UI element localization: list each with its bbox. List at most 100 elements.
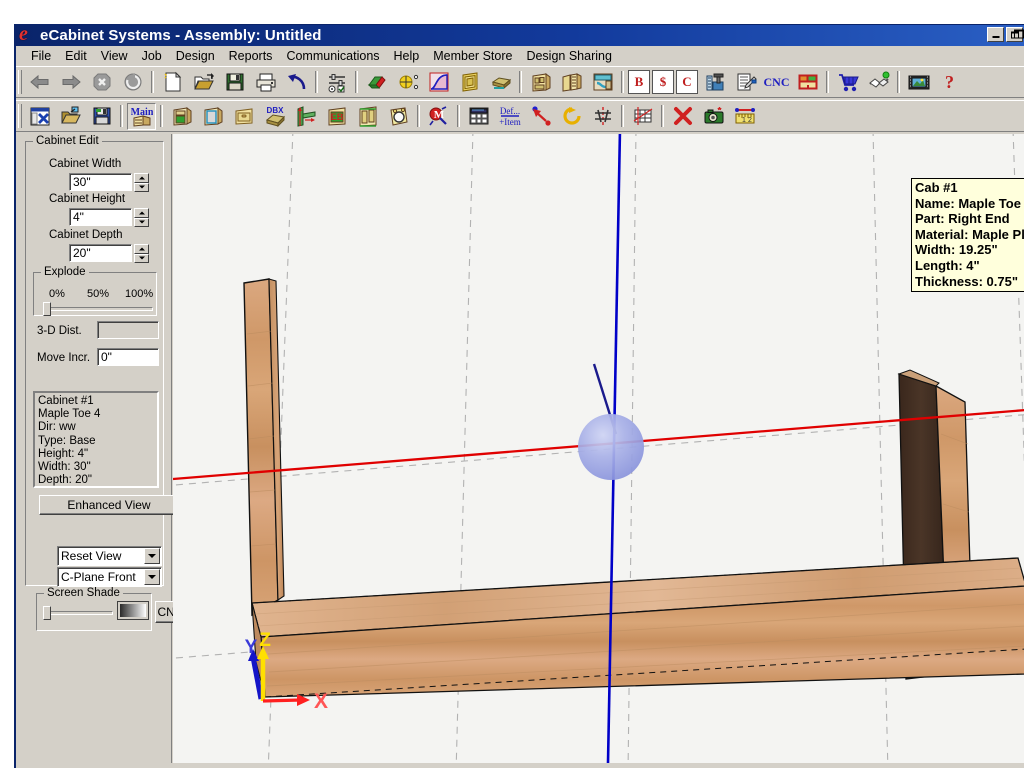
explode-slider-track[interactable] [43,307,153,311]
reset-view-dropdown[interactable]: Reset View [57,546,162,566]
restore-button[interactable] [1006,27,1024,42]
cabinet-width-stepper-up[interactable] [134,173,149,183]
molding-icon[interactable] [424,69,453,96]
back-arrow-icon[interactable] [25,69,54,96]
menu-item-design[interactable]: Design [169,47,222,65]
dbx-icon[interactable]: DBX [260,103,289,130]
screen-shade-swatch[interactable] [117,601,149,620]
cabinet-height-stepper[interactable] [134,208,149,227]
help-icon[interactable]: ? [935,69,964,96]
grid-icon[interactable] [628,103,657,130]
menu-item-help[interactable]: Help [387,47,427,65]
explode-slider-thumb[interactable] [43,302,51,316]
delete-icon[interactable] [668,103,697,130]
schedule-icon[interactable] [464,103,493,130]
cabinet-depth-stepper-down[interactable] [134,253,149,263]
cabinet-width-input[interactable]: 30" [69,173,132,191]
new-file-icon[interactable] [158,69,187,96]
save-assembly-icon[interactable] [87,103,116,130]
ecabinet-logo-icon: e [19,25,28,45]
toolbar-grip[interactable] [18,70,22,94]
toolbar-secondary: Main DBX EB M Def... +Item 1 2 [16,100,1024,132]
viewport-canvas[interactable]: Y Z X [173,134,1024,763]
machining-icon[interactable]: M [424,103,453,130]
move-incr-input[interactable]: 0" [97,348,159,366]
cost-report-icon[interactable]: $ [652,70,674,94]
hardware-circle-icon[interactable] [384,103,413,130]
cabinet-icon[interactable] [526,69,555,96]
measure-icon[interactable] [700,69,729,96]
menu-item-reports[interactable]: Reports [222,47,280,65]
main-view-icon[interactable]: Main [127,102,156,130]
cabinet-library-icon[interactable] [557,69,586,96]
refresh-icon[interactable] [118,69,147,96]
part-info-tooltip: Cab #1 Name: Maple Toe 4 Part: Right End Ma… [911,178,1024,293]
shopping-cart-icon[interactable] [833,69,862,96]
stop-icon[interactable] [87,69,116,96]
screen-shade-slider-thumb[interactable] [43,606,51,620]
default-item-icon[interactable]: Def... +Item [495,103,524,130]
menu-item-design-sharing[interactable]: Design Sharing [519,47,618,65]
c-plane-dropdown[interactable]: C-Plane Front [57,567,162,587]
open-assembly-icon[interactable] [56,103,85,130]
cabinet-height-stepper-up[interactable] [134,208,149,218]
lumber-icon[interactable] [362,69,391,96]
menu-item-view[interactable]: View [94,47,135,65]
point-to-point-icon[interactable] [526,103,555,130]
menu-item-edit[interactable]: Edit [58,47,94,65]
back-arrow-icon [29,71,51,93]
menu-item-communications[interactable]: Communications [279,47,386,65]
cabinet-depth-stepper[interactable] [134,244,149,263]
handshake-icon[interactable] [864,69,893,96]
rotate-icon[interactable] [557,103,586,130]
cabinet-depth-input[interactable]: 20" [69,244,132,262]
open-folder-icon[interactable] [189,69,218,96]
reset-view-chevron-down-icon[interactable] [144,548,160,564]
door-profile-icon[interactable] [455,69,484,96]
tooltip-line: Length: 4" [915,257,980,273]
cabinet-depth-stepper-up[interactable] [134,244,149,254]
menu-item-file[interactable]: File [24,47,58,65]
enhanced-view-button[interactable]: Enhanced View [39,495,179,515]
undo-icon[interactable] [282,69,311,96]
hardware-circle-icon [388,105,410,127]
print-icon[interactable] [251,69,280,96]
c-plane-chevron-down-icon[interactable] [144,569,160,585]
cnc-button[interactable]: CNC [762,69,791,96]
menu-item-job[interactable]: Job [135,47,169,65]
ruler-icon: 12 [734,105,756,127]
hardware-icon[interactable] [393,69,422,96]
menu-item-member-store[interactable]: Member Store [426,47,519,65]
assembly-window-icon[interactable] [25,103,54,130]
application-root: e eCabinet Systems - Assembly: Untitled … [0,0,1024,768]
ruler-icon[interactable]: 12 [730,103,759,130]
origin-sphere-marker[interactable] [578,414,644,480]
camera-icon[interactable] [699,103,728,130]
mirror-icon[interactable] [588,103,617,130]
edgeband-icon[interactable]: EB [322,103,351,130]
base-cabinet-icon[interactable] [167,103,196,130]
three-d-viewport[interactable]: Y Z X [173,134,1024,763]
shelf-icon[interactable] [291,103,320,130]
toolbar-grip[interactable] [18,104,22,128]
minimize-button[interactable] [987,27,1004,42]
forward-arrow-icon [60,71,82,93]
screen-shade-slider-track[interactable] [43,611,113,615]
cabinet-height-stepper-down[interactable] [134,217,149,227]
panel-icon[interactable] [486,69,515,96]
options-icon[interactable] [322,69,351,96]
cabinet-height-input[interactable]: 4" [69,208,132,226]
cutlist-report-icon[interactable]: C [676,70,698,94]
wall-cabinet-icon[interactable] [198,103,227,130]
face-frame-icon[interactable] [353,103,382,130]
bid-report-icon[interactable]: B [628,70,650,94]
forward-arrow-icon[interactable] [56,69,85,96]
nesting-icon[interactable] [793,69,822,96]
edit-notes-icon[interactable] [731,69,760,96]
cabinet-width-stepper[interactable] [134,173,149,192]
save-icon[interactable] [220,69,249,96]
room-layout-icon[interactable] [588,69,617,96]
cabinet-width-stepper-down[interactable] [134,182,149,192]
drawer-icon[interactable] [229,103,258,130]
gallery-icon[interactable] [904,69,933,96]
